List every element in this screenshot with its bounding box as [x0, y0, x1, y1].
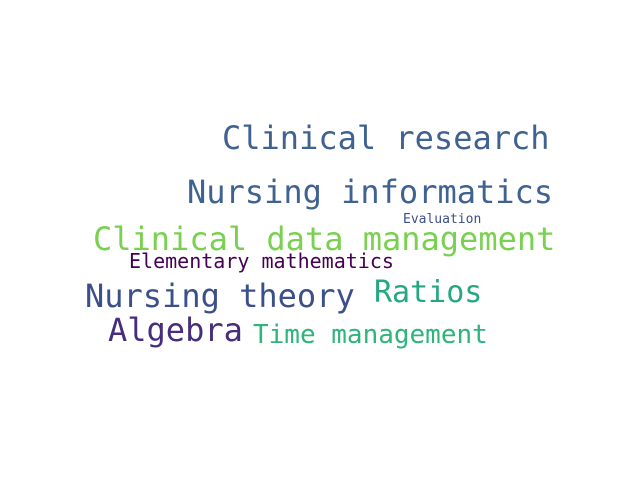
word-nursing-theory: Nursing theory	[85, 277, 355, 315]
word-time-management: Time management	[253, 320, 488, 350]
word-clinical-research: Clinical research	[222, 119, 550, 157]
word-nursing-informatics: Nursing informatics	[187, 173, 554, 211]
word-algebra: Algebra	[108, 311, 243, 349]
word-cloud: Clinical research Nursing informatics Ev…	[0, 0, 640, 480]
word-elementary-mathematics: Elementary mathematics	[129, 249, 394, 273]
word-ratios: Ratios	[374, 275, 483, 310]
